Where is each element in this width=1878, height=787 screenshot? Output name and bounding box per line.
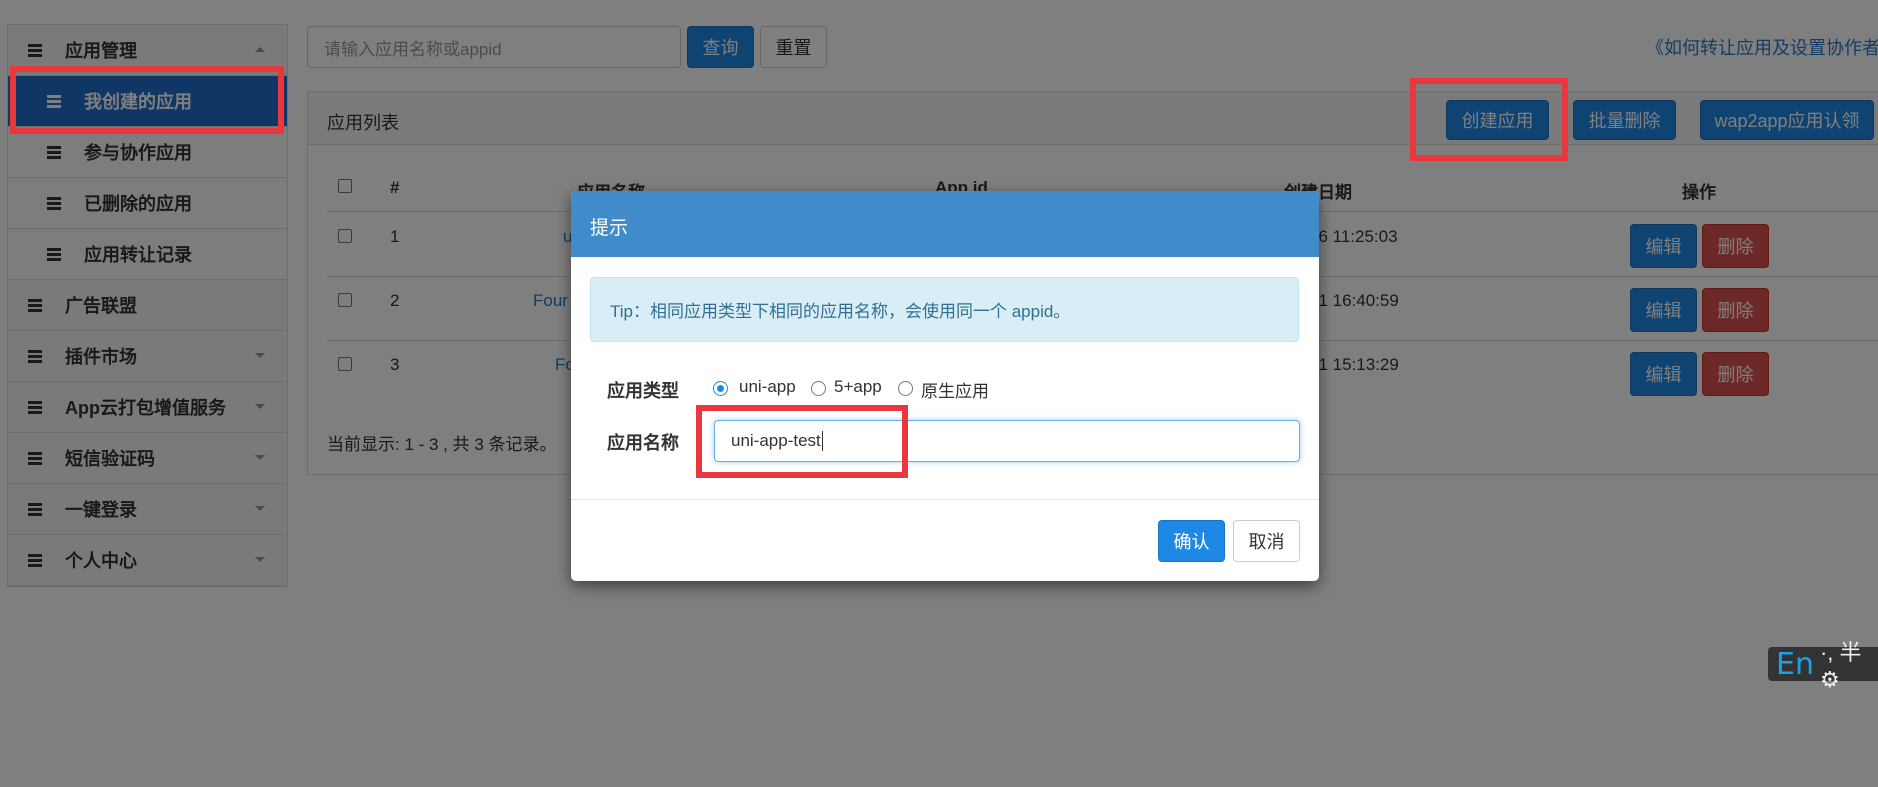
- ime-status: ·, 半 ⚙: [1819, 640, 1862, 692]
- radio-label: uni-app: [739, 377, 796, 396]
- cancel-button[interactable]: 取消: [1233, 520, 1300, 562]
- dialog-divider: [571, 499, 1319, 500]
- radio-5plus-app[interactable]: [811, 381, 826, 396]
- app-name-label: 应用名称: [607, 433, 679, 453]
- tip-alert: Tip：相同应用类型下相同的应用名称，会使用同一个 appid。: [590, 277, 1299, 342]
- create-app-dialog: 提示 Tip：相同应用类型下相同的应用名称，会使用同一个 appid。 应用类型…: [571, 191, 1319, 581]
- app-type-label: 应用类型: [607, 381, 679, 401]
- radio-uni-app[interactable]: [713, 381, 728, 396]
- confirm-button[interactable]: 确认: [1158, 520, 1225, 562]
- ime-indicator: En ·, 半 ⚙: [1768, 640, 1878, 692]
- radio-label: 原生应用: [921, 382, 989, 401]
- ime-mode: En: [1776, 646, 1814, 682]
- radio-native-app[interactable]: [898, 381, 913, 396]
- radio-label: 5+app: [834, 377, 882, 396]
- dialog-title: 提示: [590, 218, 629, 239]
- dialog-header: 提示: [571, 191, 1319, 257]
- highlight-box-app-name: [696, 405, 908, 478]
- highlight-box-my-apps: [10, 66, 284, 134]
- highlight-box-create-app: [1410, 78, 1568, 161]
